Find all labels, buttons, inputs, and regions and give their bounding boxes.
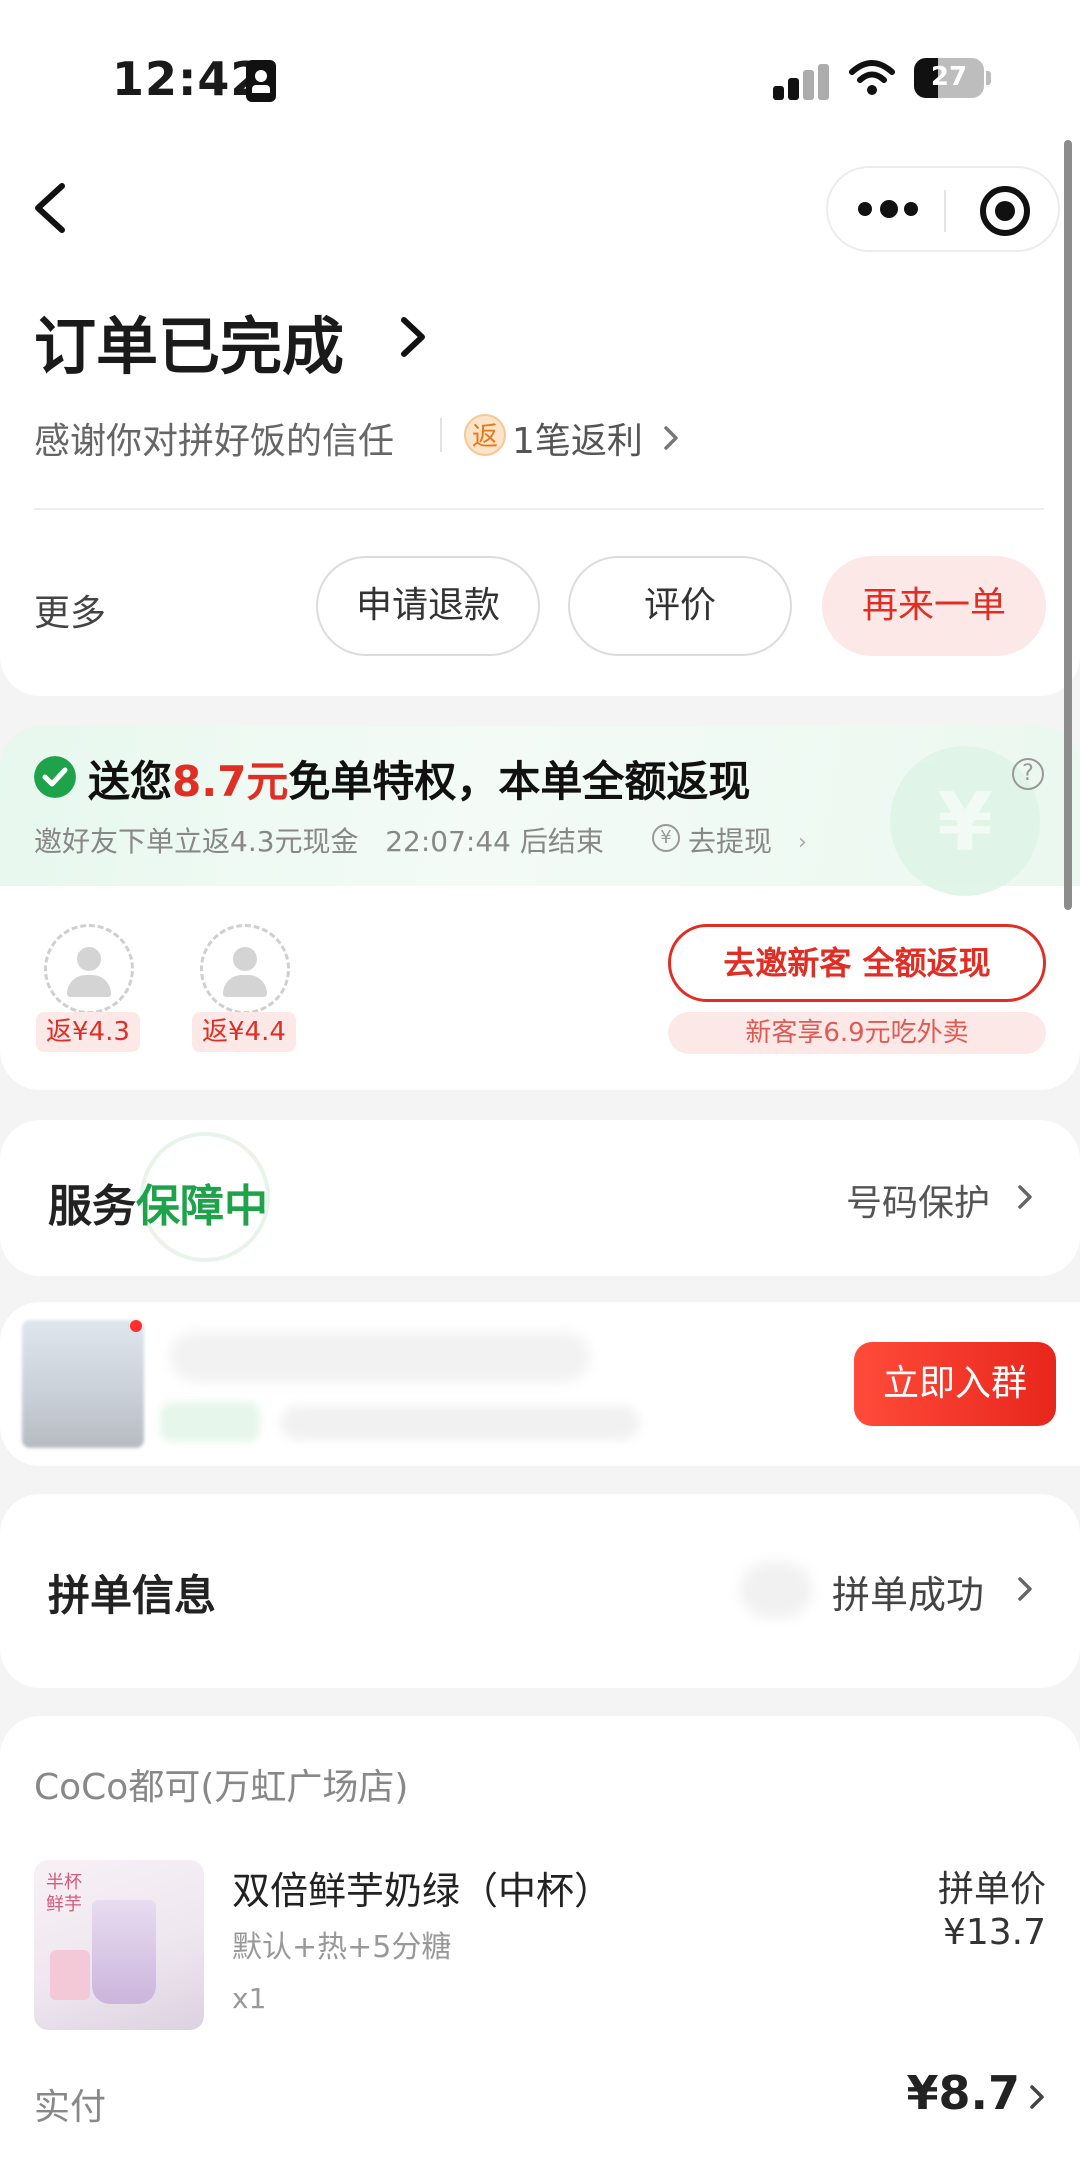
group-info-card[interactable]: 拼单信息 拼单成功 xyxy=(0,1494,1080,1688)
group-status[interactable]: 拼单成功 xyxy=(832,1564,984,1619)
blurred-content xyxy=(160,1402,260,1442)
battery-level: 27 xyxy=(930,62,968,92)
blurred-content xyxy=(280,1406,640,1440)
group-thumbnail xyxy=(22,1320,144,1448)
chevron-right-icon[interactable]: › xyxy=(798,830,807,855)
status-bar: 12:42 27 xyxy=(0,0,1080,140)
product-image-label: 半杯 鲜芋 xyxy=(46,1872,82,1915)
rebate-link[interactable]: 1笔返利 xyxy=(512,412,643,464)
return-tag: 返¥4.4 xyxy=(192,1012,296,1052)
more-button[interactable]: 更多 xyxy=(34,584,106,636)
service-guarantee-card[interactable]: 服务保障中 号码保护 xyxy=(0,1120,1080,1276)
join-group-button[interactable]: 立即入群 xyxy=(854,1342,1056,1426)
free-order-title: 送您8.7元免单特权，本单全额返现 xyxy=(88,757,751,806)
target-icon[interactable] xyxy=(980,186,1030,236)
blurred-avatars xyxy=(740,1562,812,1618)
countdown: 22:07:44 后结束 xyxy=(385,825,604,858)
cellular-signal-icon xyxy=(773,64,831,102)
order-detail-card: CoCo都可(万虹广场店) 半杯 鲜芋 双倍鲜芋奶绿（中杯） 默认+热+5分糖 x… xyxy=(0,1716,1080,2173)
group-info-title: 拼单信息 xyxy=(48,1571,217,1620)
notification-dot xyxy=(130,1320,142,1332)
chevron-right-icon[interactable] xyxy=(1016,1574,1034,1604)
return-tag: 返¥4.3 xyxy=(36,1012,140,1052)
invite-button[interactable]: 去邀新客 全额返现 xyxy=(668,924,1046,1002)
capsule-divider xyxy=(944,190,946,232)
product-options: 默认+热+5分糖 xyxy=(232,1930,452,1965)
withdraw-link[interactable]: 去提现 xyxy=(688,820,772,860)
check-badge-icon xyxy=(34,756,76,798)
scrollbar[interactable] xyxy=(1064,140,1072,910)
free-order-card: ¥ 送您8.7元免单特权，本单全额返现 ? 邀好友下单立返4.3元现金 22:0… xyxy=(0,726,1080,1090)
product-image[interactable]: 半杯 鲜芋 xyxy=(34,1860,204,2030)
rebate-icon: 返 xyxy=(464,414,506,456)
invite-avatar-slot[interactable] xyxy=(44,924,134,1014)
user-placeholder-icon xyxy=(77,947,101,971)
group-chat-banner: 立即入群 xyxy=(0,1302,1080,1466)
paid-amount[interactable]: ¥8.7 xyxy=(900,2066,1021,2120)
more-dots-icon[interactable] xyxy=(858,200,918,220)
chevron-right-icon[interactable] xyxy=(1028,2082,1046,2112)
product-quantity: x1 xyxy=(232,1982,267,2015)
status-time: 12:42 xyxy=(112,52,264,106)
back-button[interactable] xyxy=(30,180,70,236)
invite-avatar-slot[interactable] xyxy=(200,924,290,1014)
product-name: 双倍鲜芋奶绿（中杯） xyxy=(232,1869,613,1913)
reorder-button[interactable]: 再来一单 xyxy=(822,556,1046,656)
user-placeholder-icon xyxy=(233,947,257,971)
paid-label: 实付 xyxy=(34,2087,107,2128)
service-title: 服务保障中 xyxy=(48,1181,268,1232)
divider xyxy=(440,418,442,452)
free-amount: 8.7元 xyxy=(172,757,289,806)
page-title[interactable]: 订单已完成 xyxy=(34,296,344,386)
chevron-right-icon[interactable] xyxy=(1016,1182,1034,1212)
chevron-right-icon[interactable] xyxy=(662,424,680,452)
free-order-subtitle: 邀好友下单立返4.3元现金 22:07:44 后结束 xyxy=(34,825,604,858)
number-protection-link[interactable]: 号码保护 xyxy=(846,1174,990,1226)
divider xyxy=(34,508,1044,510)
battery-icon: 27 xyxy=(914,58,991,98)
chevron-right-icon[interactable] xyxy=(398,314,428,360)
shop-name[interactable]: CoCo都可(万虹广场店) xyxy=(34,1758,408,1810)
product-price: 拼单价 ¥13.7 xyxy=(937,1869,1046,1953)
refund-button[interactable]: 申请退款 xyxy=(316,556,540,656)
yen-icon: ¥ xyxy=(652,824,680,852)
help-icon[interactable]: ? xyxy=(1012,758,1044,790)
mini-program-capsule xyxy=(826,166,1060,252)
review-button[interactable]: 评价 xyxy=(568,556,792,656)
contact-card-icon xyxy=(246,60,276,102)
blurred-content xyxy=(170,1332,590,1382)
thanks-text: 感谢你对拼好饭的信任 xyxy=(34,421,395,462)
wifi-icon xyxy=(849,60,895,95)
invite-subtitle: 新客享6.9元吃外卖 xyxy=(668,1012,1046,1054)
